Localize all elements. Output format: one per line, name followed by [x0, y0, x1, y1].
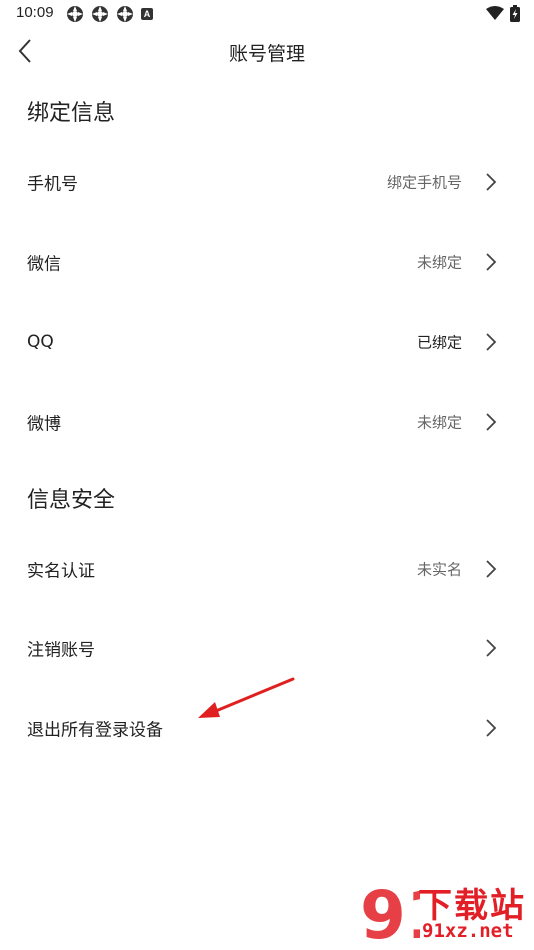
row-label: QQ	[27, 332, 54, 352]
row-value: 未绑定	[416, 413, 462, 432]
row-phone[interactable]: 手机号 绑定手机号	[0, 142, 534, 222]
row-label: 手机号	[27, 174, 78, 195]
battery-icon	[510, 5, 520, 22]
chevron-right-icon	[486, 639, 497, 657]
chevron-right-icon	[486, 253, 497, 271]
row-label: 微信	[27, 254, 61, 275]
watermark-logo-digits: 91	[360, 877, 420, 946]
chevron-right-icon	[486, 413, 497, 431]
chevron-right-icon	[486, 719, 497, 737]
app-icon	[67, 6, 83, 22]
row-value: 绑定手机号	[386, 173, 462, 192]
status-time: 10:09	[16, 4, 54, 21]
row-weibo[interactable]: 微博 未绑定	[0, 382, 534, 462]
row-label: 实名认证	[27, 561, 95, 582]
row-qq[interactable]: QQ 已绑定	[0, 302, 534, 382]
row-label: 退出所有登录设备	[27, 720, 163, 741]
chevron-right-icon	[486, 560, 497, 578]
section-title-binding: 绑定信息	[27, 101, 116, 126]
chevron-right-icon	[486, 173, 497, 191]
watermark-url: 91xz.net	[422, 920, 514, 942]
row-label: 注销账号	[27, 640, 95, 661]
nav-bar: 账号管理	[0, 28, 534, 74]
annotation-arrow-icon	[198, 677, 295, 718]
chevron-right-icon	[486, 333, 497, 351]
section-title-security: 信息安全	[27, 488, 116, 513]
app-icon	[117, 6, 133, 22]
notification-icons: A	[66, 5, 153, 23]
row-label: 微博	[27, 414, 61, 435]
row-value: 未绑定	[416, 253, 462, 272]
row-value: 未实名	[416, 560, 462, 579]
wifi-icon	[486, 6, 504, 20]
watermark: 91 下载站 91xz.net	[358, 874, 530, 948]
a-badge-icon: A	[141, 8, 153, 20]
row-value: 已绑定	[416, 333, 462, 352]
row-real-name[interactable]: 实名认证 未实名	[0, 529, 534, 609]
watermark-logo-icon: 91	[360, 877, 420, 946]
status-bar: 10:09 A	[0, 0, 534, 28]
system-icons	[486, 5, 520, 22]
app-icon	[92, 6, 108, 22]
page-title: 账号管理	[228, 43, 305, 65]
row-wechat[interactable]: 微信 未绑定	[0, 222, 534, 302]
